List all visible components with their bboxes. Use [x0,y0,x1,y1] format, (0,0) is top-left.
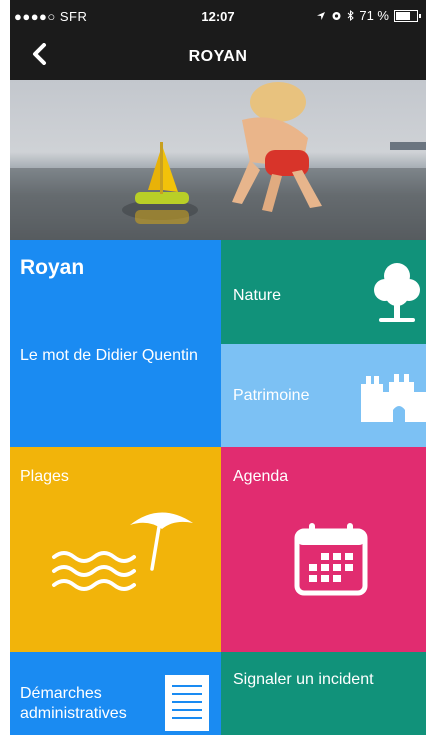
patrimoine-label: Patrimoine [233,387,310,404]
tile-plages[interactable]: Plages [10,447,221,652]
status-indicators: 71 % [316,8,421,23]
beach-umbrella-waves-icon [52,512,193,591]
tile-royan[interactable]: Royan Le mot de Didier Quentin [10,240,221,447]
demarches-label: Démarches administratives [20,685,127,722]
beach-photo [10,82,426,240]
tile-nature[interactable]: Nature [221,240,426,344]
status-bar: ●●●●○ SFR 12:07 71 % [10,0,426,30]
nature-label: Nature [233,287,282,304]
app-screen: ●●●●○ SFR 12:07 71 % ROYAN Royan Le mot … [0,0,426,735]
battery-percent: 71 % [359,8,389,23]
tile-signaler[interactable]: Signaler un incident [221,652,426,735]
page-title: ROYAN [188,48,248,65]
calendar-icon [294,523,368,596]
location-arrow-icon [316,11,326,21]
hero-image [10,80,426,240]
tile-patrimoine[interactable]: Patrimoine [221,344,426,447]
signaler-label: Signaler un incident [233,671,374,688]
battery-icon [394,9,421,22]
document-icon [165,675,209,731]
royan-title: Royan [20,256,85,279]
tree-icon [374,263,420,322]
top-bar: ●●●●○ SFR 12:07 71 % ROYAN [10,0,426,80]
alarm-icon [331,10,342,21]
royan-subtitle: Le mot de Didier Quentin [20,347,198,364]
tile-demarches[interactable]: Démarches administratives [10,652,221,735]
plages-label: Plages [20,468,69,485]
tile-agenda[interactable]: Agenda [221,447,426,652]
nav-bar: ROYAN [10,30,426,80]
bluetooth-icon [347,10,355,21]
castle-icon [361,374,426,422]
agenda-label: Agenda [233,468,289,485]
